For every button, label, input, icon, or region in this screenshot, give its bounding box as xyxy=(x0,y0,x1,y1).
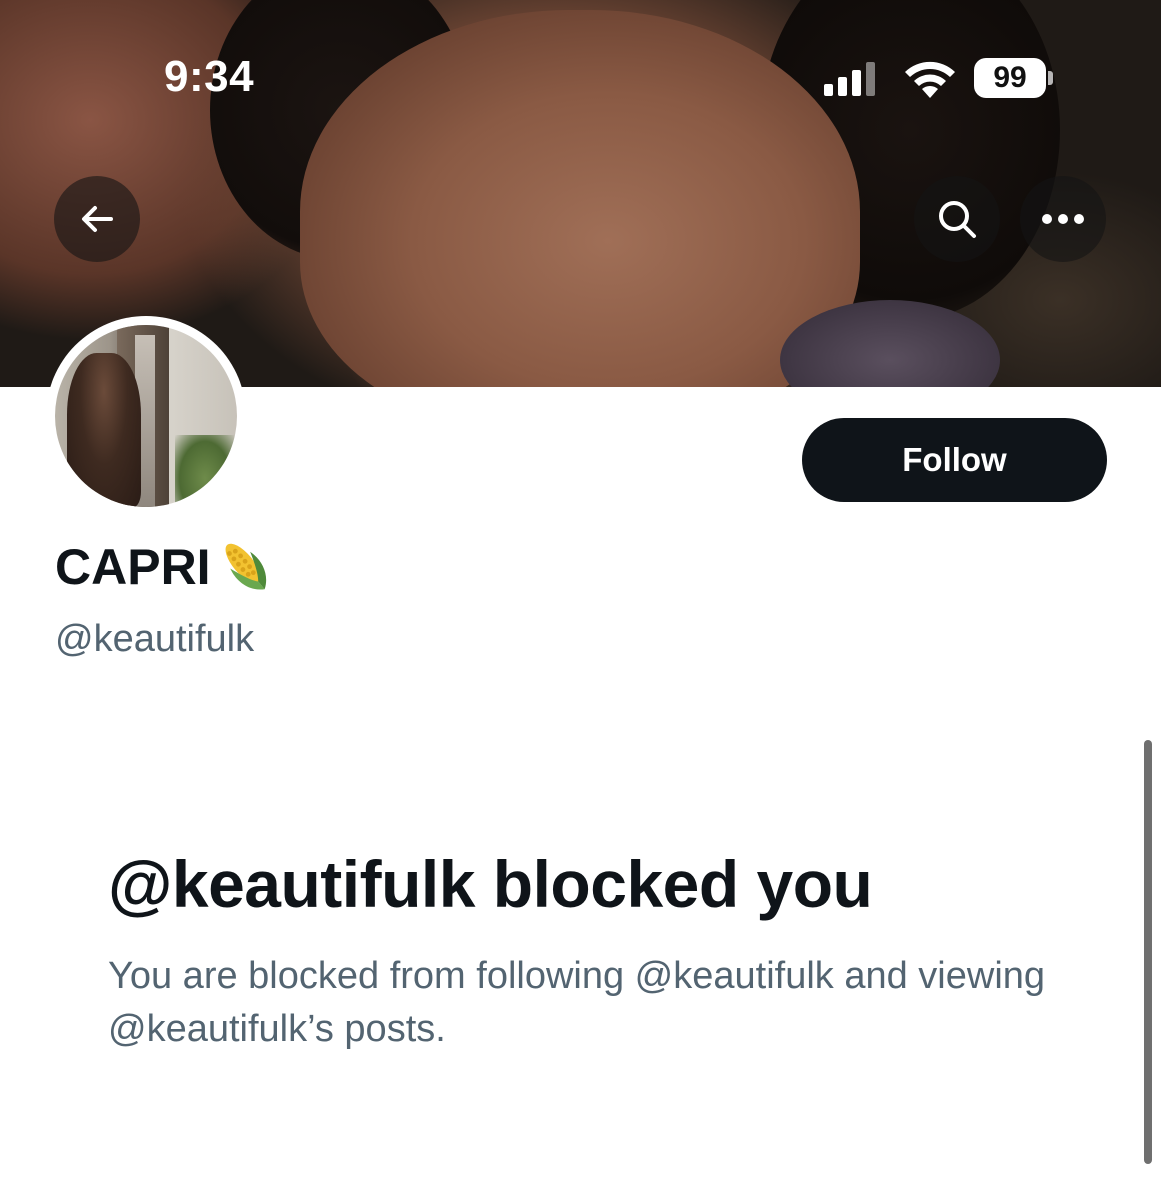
status-time: 9:34 xyxy=(164,52,255,101)
follow-button[interactable]: Follow xyxy=(802,418,1107,502)
more-dots-icon xyxy=(1042,214,1084,224)
profile-screen: 9:34 99 Follow CAPRI @keautifulk @keauti… xyxy=(0,0,1161,1200)
profile-handle: @keautifulk xyxy=(55,618,255,660)
arrow-left-icon xyxy=(82,206,113,232)
corn-icon xyxy=(225,543,266,590)
battery-nub xyxy=(1048,71,1053,85)
avatar-detail xyxy=(67,353,141,507)
display-name-text: CAPRI xyxy=(55,539,211,595)
blocked-description: You are blocked from following @keautifu… xyxy=(108,955,1046,1050)
search-icon xyxy=(939,201,976,238)
blocked-title: @keautifulk blocked you xyxy=(108,847,873,921)
avatar-photo xyxy=(55,325,237,507)
display-name: CAPRI xyxy=(55,536,277,598)
banner-detail xyxy=(300,10,860,387)
battery-indicator: 99 xyxy=(974,58,1054,98)
scrollbar[interactable] xyxy=(1144,740,1152,1164)
avatar-detail xyxy=(175,435,235,507)
wifi-icon xyxy=(905,61,955,98)
search-button[interactable] xyxy=(914,176,1000,262)
more-options-button[interactable] xyxy=(1020,176,1106,262)
avatar[interactable] xyxy=(46,316,246,516)
cellular-signal-icon xyxy=(824,62,875,96)
battery-level: 99 xyxy=(974,58,1046,98)
back-button[interactable] xyxy=(54,176,140,262)
